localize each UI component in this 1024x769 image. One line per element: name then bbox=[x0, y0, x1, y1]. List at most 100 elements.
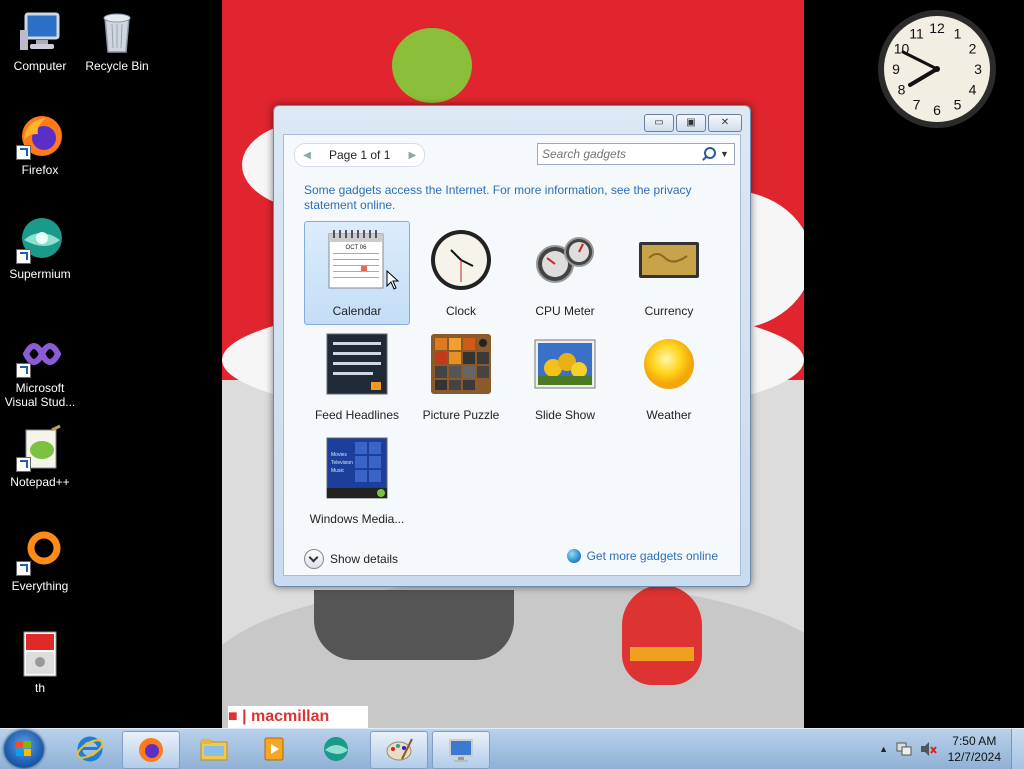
gallery-content: ◀ Page 1 of 1 ▶ ▼ Some gadgets access th… bbox=[283, 134, 741, 576]
currency-icon bbox=[637, 228, 701, 292]
taskbar-media-player[interactable] bbox=[246, 731, 302, 767]
system-tray: ▲ 7:50 AM 12/7/2024 bbox=[876, 729, 1024, 769]
media-player-icon bbox=[264, 737, 284, 761]
supermium-icon bbox=[16, 216, 64, 264]
taskbar-paint[interactable] bbox=[370, 731, 428, 769]
next-page-button[interactable]: ▶ bbox=[404, 150, 420, 161]
volume-muted-icon[interactable] bbox=[919, 740, 937, 758]
recycle-bin-icon bbox=[93, 8, 141, 56]
gadget-tile-clock[interactable]: Clock bbox=[408, 221, 514, 325]
picture-puzzle-icon bbox=[429, 332, 493, 396]
search-icon[interactable] bbox=[700, 146, 716, 162]
gadget-tile-windows-media[interactable]: Movies Television Music Windows Media... bbox=[304, 429, 410, 533]
clock-numeral: 1 bbox=[954, 26, 962, 42]
taskbar-file-explorer[interactable] bbox=[186, 731, 242, 767]
folder-icon bbox=[200, 739, 228, 761]
clock-numeral: 8 bbox=[898, 82, 906, 98]
feed-headlines-icon bbox=[325, 332, 389, 396]
desktop-icon-everything[interactable]: Everything bbox=[0, 528, 80, 593]
gadget-tile-slide-show[interactable]: Slide Show bbox=[512, 325, 618, 429]
shortcut-arrow-icon bbox=[16, 363, 31, 378]
privacy-notice[interactable]: Some gadgets access the Internet. For mo… bbox=[304, 183, 724, 213]
supermium-icon bbox=[324, 737, 348, 761]
window-controls: ▭ ▣ ✕ bbox=[644, 114, 742, 132]
paint-palette-icon bbox=[386, 738, 413, 761]
show-details-label: Show details bbox=[330, 552, 399, 566]
gadget-tile-currency[interactable]: Currency bbox=[616, 221, 722, 325]
notepadpp-icon bbox=[16, 424, 64, 472]
network-icon[interactable] bbox=[895, 740, 913, 758]
prev-page-button[interactable]: ◀ bbox=[299, 150, 315, 161]
visual-studio-icon bbox=[16, 330, 64, 378]
monitor-icon bbox=[449, 739, 473, 762]
taskbar-supermium[interactable] bbox=[308, 731, 364, 767]
gadget-tile-feed-headlines[interactable]: Feed Headlines bbox=[304, 325, 410, 429]
weather-icon bbox=[637, 332, 701, 396]
clock-icon bbox=[429, 228, 493, 292]
page-navigator: ◀ Page 1 of 1 ▶ bbox=[294, 143, 426, 167]
shortcut-arrow-icon bbox=[16, 457, 31, 472]
show-desktop-button[interactable] bbox=[1011, 729, 1024, 769]
clock-readout[interactable]: 7:50 AM 12/7/2024 bbox=[940, 733, 1011, 765]
everything-icon bbox=[16, 528, 64, 576]
taskbar: ▲ 7:50 AM 12/7/2024 bbox=[0, 728, 1024, 769]
clock-numeral: 11 bbox=[909, 26, 924, 42]
clock-numeral: 4 bbox=[969, 82, 977, 98]
wallpaper-machine bbox=[314, 590, 514, 660]
clock-gadget[interactable]: 12 1 2 3 4 5 6 7 8 9 10 11 bbox=[876, 8, 998, 130]
wallpaper-red-character bbox=[622, 585, 702, 685]
taskbar-firefox[interactable] bbox=[122, 731, 180, 769]
desktop-icon-recycle-bin[interactable]: Recycle Bin bbox=[77, 8, 157, 73]
start-button[interactable] bbox=[4, 730, 44, 768]
windows-logo-icon bbox=[16, 741, 32, 757]
clock-numeral: 7 bbox=[913, 97, 921, 113]
analog-clock-icon: 12 1234567891011 bbox=[878, 10, 996, 128]
shortcut-arrow-icon bbox=[16, 249, 31, 264]
mouse-cursor-icon bbox=[386, 270, 400, 290]
wallpaper-green-character bbox=[392, 28, 472, 103]
wallpaper-logo: ■ | macmillan bbox=[228, 706, 368, 728]
get-more-gadgets-link[interactable]: Get more gadgets online bbox=[566, 549, 718, 563]
firefox-icon bbox=[139, 738, 163, 762]
svg-text:Television: Television bbox=[331, 460, 353, 466]
search-box: ▼ bbox=[537, 143, 735, 165]
maximize-button[interactable]: ▣ bbox=[676, 114, 706, 132]
close-button[interactable]: ✕ bbox=[708, 114, 742, 132]
page-indicator: Page 1 of 1 bbox=[329, 148, 391, 162]
clock-numeral: 3 bbox=[974, 61, 982, 77]
get-more-gadgets-label: Get more gadgets online bbox=[586, 549, 718, 563]
gadget-tile-weather[interactable]: Weather bbox=[616, 325, 722, 429]
gadget-gallery-window: ▭ ▣ ✕ ◀ Page 1 of 1 ▶ ▼ Some gadgets acc… bbox=[273, 105, 751, 587]
internet-explorer-icon bbox=[76, 736, 104, 762]
clock-numeral: 2 bbox=[969, 41, 977, 57]
show-details-toggle[interactable]: Show details bbox=[304, 549, 398, 569]
clock-numeral: 9 bbox=[892, 61, 900, 77]
cpu-meter-icon bbox=[533, 228, 597, 292]
gadget-tile-cpu-meter[interactable]: CPU Meter bbox=[512, 221, 618, 325]
computer-icon bbox=[16, 8, 64, 56]
gadget-tile-picture-puzzle[interactable]: Picture Puzzle bbox=[408, 325, 514, 429]
show-hidden-icons-button[interactable]: ▲ bbox=[876, 744, 892, 754]
chevron-down-icon bbox=[304, 549, 324, 569]
minimize-button[interactable]: ▭ bbox=[644, 114, 674, 132]
slide-show-icon bbox=[533, 332, 597, 396]
taskbar-remote-desktop[interactable] bbox=[432, 731, 490, 769]
desktop-icon-computer[interactable]: Computer bbox=[0, 8, 80, 73]
clock-time: 7:50 AM bbox=[952, 734, 997, 748]
image-file-icon bbox=[16, 630, 64, 678]
shortcut-arrow-icon bbox=[16, 561, 31, 576]
desktop-icon-supermium[interactable]: Supermium bbox=[0, 216, 80, 281]
clock-numeral: 5 bbox=[954, 97, 962, 113]
desktop-icon-notepadpp[interactable]: Notepad++ bbox=[0, 424, 80, 489]
desktop-icon-visual-studio[interactable]: Microsoft Visual Stud... bbox=[0, 330, 80, 409]
desktop-icon-firefox[interactable]: Firefox bbox=[0, 112, 80, 177]
globe-icon bbox=[566, 549, 581, 563]
taskbar-internet-explorer[interactable] bbox=[62, 731, 118, 767]
clock-date: 12/7/2024 bbox=[947, 750, 1001, 764]
search-input[interactable] bbox=[538, 146, 694, 162]
windows-media-icon: Movies Television Music bbox=[325, 436, 389, 500]
desktop-icon-th[interactable]: th bbox=[0, 630, 80, 695]
svg-text:Music: Music bbox=[331, 468, 345, 474]
calendar-icon: OCT 06 bbox=[325, 228, 389, 292]
search-dropdown-icon[interactable]: ▼ bbox=[720, 149, 729, 159]
